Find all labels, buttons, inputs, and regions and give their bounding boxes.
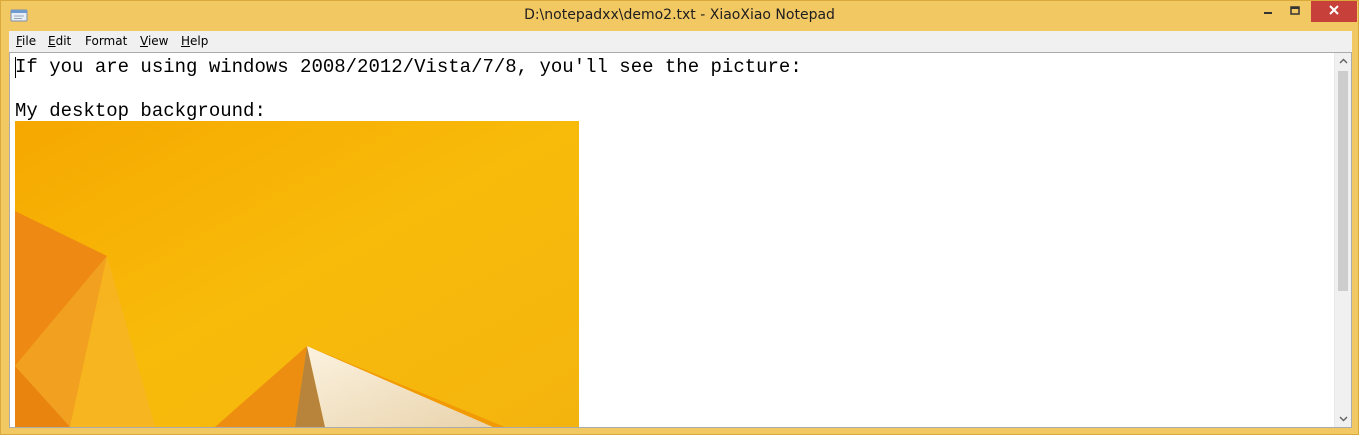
minimize-icon bbox=[1263, 3, 1273, 21]
document-line-3: My desktop background: bbox=[15, 100, 266, 122]
scroll-down-arrow-icon[interactable] bbox=[1335, 411, 1351, 427]
menu-bar: File Edit Format View Help bbox=[9, 31, 1352, 52]
close-icon bbox=[1328, 3, 1340, 21]
scrollbar-thumb[interactable] bbox=[1338, 71, 1348, 291]
maximize-icon bbox=[1289, 3, 1300, 21]
window-title: D:\notepadxx\demo2.txt - XiaoXiao Notepa… bbox=[524, 7, 835, 23]
maximize-button[interactable] bbox=[1281, 1, 1308, 22]
text-editor-area[interactable]: If you are using windows 2008/2012/Vista… bbox=[9, 52, 1352, 428]
title-bar[interactable]: D:\notepadxx\demo2.txt - XiaoXiao Notepa… bbox=[1, 1, 1358, 31]
scroll-up-arrow-icon[interactable] bbox=[1335, 53, 1351, 69]
menu-file[interactable]: File bbox=[16, 34, 36, 49]
windows-8-yellow-wallpaper bbox=[15, 121, 579, 427]
notepad-window: D:\notepadxx\demo2.txt - XiaoXiao Notepa… bbox=[0, 0, 1359, 435]
close-button[interactable] bbox=[1311, 1, 1357, 22]
menu-format[interactable]: Format bbox=[85, 34, 127, 49]
text-caret bbox=[15, 57, 16, 78]
menu-edit[interactable]: Edit bbox=[48, 34, 71, 49]
vertical-scrollbar[interactable] bbox=[1334, 53, 1351, 427]
minimize-button[interactable] bbox=[1254, 1, 1281, 22]
menu-view[interactable]: View bbox=[140, 34, 168, 49]
menu-help[interactable]: Help bbox=[181, 34, 208, 49]
document-line-1: If you are using windows 2008/2012/Vista… bbox=[15, 56, 802, 78]
